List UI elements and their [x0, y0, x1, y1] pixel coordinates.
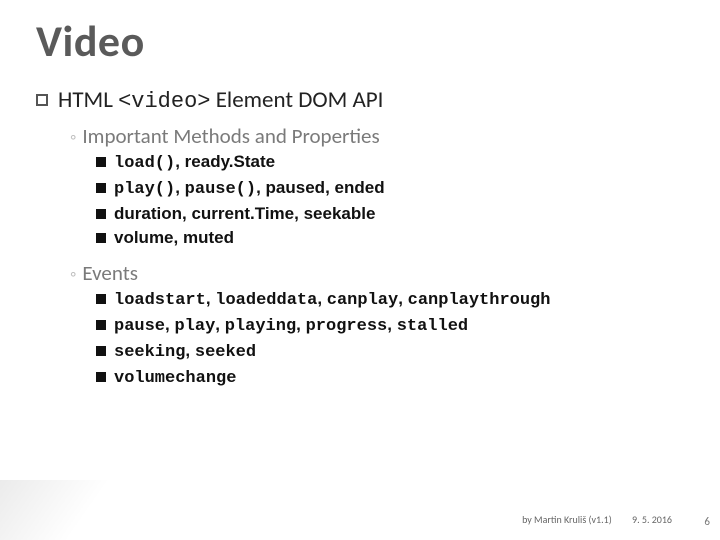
filled-square-icon	[96, 183, 106, 193]
list-item-fragment: muted	[183, 228, 234, 247]
list-item-fragment: ,	[296, 315, 305, 334]
list-item-fragment: ,	[387, 315, 396, 334]
filled-square-icon	[96, 157, 106, 167]
list-item-fragment: canplay	[327, 291, 398, 310]
list-item-fragment: seekable	[304, 204, 376, 223]
list-item: volumechange	[96, 366, 684, 391]
square-bullet-icon	[36, 94, 48, 106]
slide: Video HTML <video> Element DOM API ◦ Impo…	[0, 0, 720, 540]
list-item-fragment: canplaythrough	[408, 291, 551, 310]
subheading-methods-text: Important Methods and Properties	[82, 123, 379, 149]
footer: by Martin Kruliš (v1.1) 9. 5. 2016	[522, 513, 672, 526]
list-item-fragment: volumechange	[114, 369, 236, 388]
list-item-fragment: load()	[114, 154, 175, 173]
events-list: loadstart, loadeddata, canplay, canplayt…	[36, 288, 684, 391]
page-number: 6	[704, 515, 710, 528]
chevron-icon: ◦	[70, 126, 76, 149]
list-item-fragment: progress	[306, 317, 388, 336]
list-item: play(), pause(), paused, ended	[96, 177, 684, 202]
footer-author: by Martin Kruliš (v1.1)	[522, 513, 612, 526]
list-item-fragment: volume	[114, 228, 174, 247]
filled-square-icon	[96, 320, 106, 330]
list-item-fragment: ,	[294, 204, 303, 223]
list-item-fragment: ,	[398, 289, 407, 308]
filled-square-icon	[96, 294, 106, 304]
list-item-fragment: ,	[175, 152, 184, 171]
list-item-fragment: paused	[266, 178, 326, 197]
list-item-fragment: ended	[335, 178, 385, 197]
heading-main-suffix: Element DOM API	[211, 86, 384, 114]
list-item: volume, muted	[96, 227, 684, 250]
subheading-events-text: Events	[82, 260, 138, 286]
list-item: load(), ready.State	[96, 151, 684, 176]
list-item-fragment: ,	[206, 289, 215, 308]
filled-square-icon	[96, 233, 106, 243]
list-item-fragment: play	[174, 317, 215, 336]
subheading-methods: ◦ Important Methods and Properties	[70, 123, 684, 149]
list-item-fragment: ,	[256, 178, 265, 197]
list-item-fragment: ,	[175, 178, 184, 197]
list-item-fragment: loadstart	[114, 291, 206, 310]
filled-square-icon	[96, 372, 106, 382]
filled-square-icon	[96, 346, 106, 356]
corner-shine	[0, 480, 125, 540]
list-item-fragment: loadeddata	[215, 291, 317, 310]
footer-date: 9. 5. 2016	[632, 513, 672, 526]
list-item-fragment: play()	[114, 180, 175, 199]
list-item-fragment: ,	[185, 341, 194, 360]
list-item: duration, current.Time, seekable	[96, 203, 684, 226]
list-item-fragment: pause()	[185, 180, 256, 199]
list-item: pause, play, playing, progress, stalled	[96, 314, 684, 339]
list-item-fragment: playing	[225, 317, 296, 336]
subheading-events: ◦ Events	[70, 260, 684, 286]
list-item: seeking, seeked	[96, 340, 684, 365]
list-item-fragment: ready.State	[185, 152, 275, 171]
list-item-fragment: seeking	[114, 343, 185, 362]
list-item-fragment: current.Time	[191, 204, 294, 223]
filled-square-icon	[96, 209, 106, 219]
list-item-fragment: ,	[174, 228, 183, 247]
heading-main: HTML <video> Element DOM API	[36, 86, 684, 117]
list-item-fragment: ,	[317, 289, 326, 308]
heading-main-code: <video>	[118, 89, 210, 114]
list-item-fragment: stalled	[397, 317, 468, 336]
list-item-fragment: ,	[215, 315, 224, 334]
slide-title: Video	[36, 14, 684, 68]
list-item-fragment: seeked	[195, 343, 256, 362]
list-item-fragment: ,	[325, 178, 334, 197]
methods-list: load(), ready.Stateplay(), pause(), paus…	[36, 151, 684, 250]
list-item-fragment: duration	[114, 204, 182, 223]
chevron-icon: ◦	[70, 263, 76, 286]
list-item-fragment: pause	[114, 317, 165, 336]
list-item: loadstart, loadeddata, canplay, canplayt…	[96, 288, 684, 313]
heading-main-prefix: HTML	[58, 86, 118, 114]
